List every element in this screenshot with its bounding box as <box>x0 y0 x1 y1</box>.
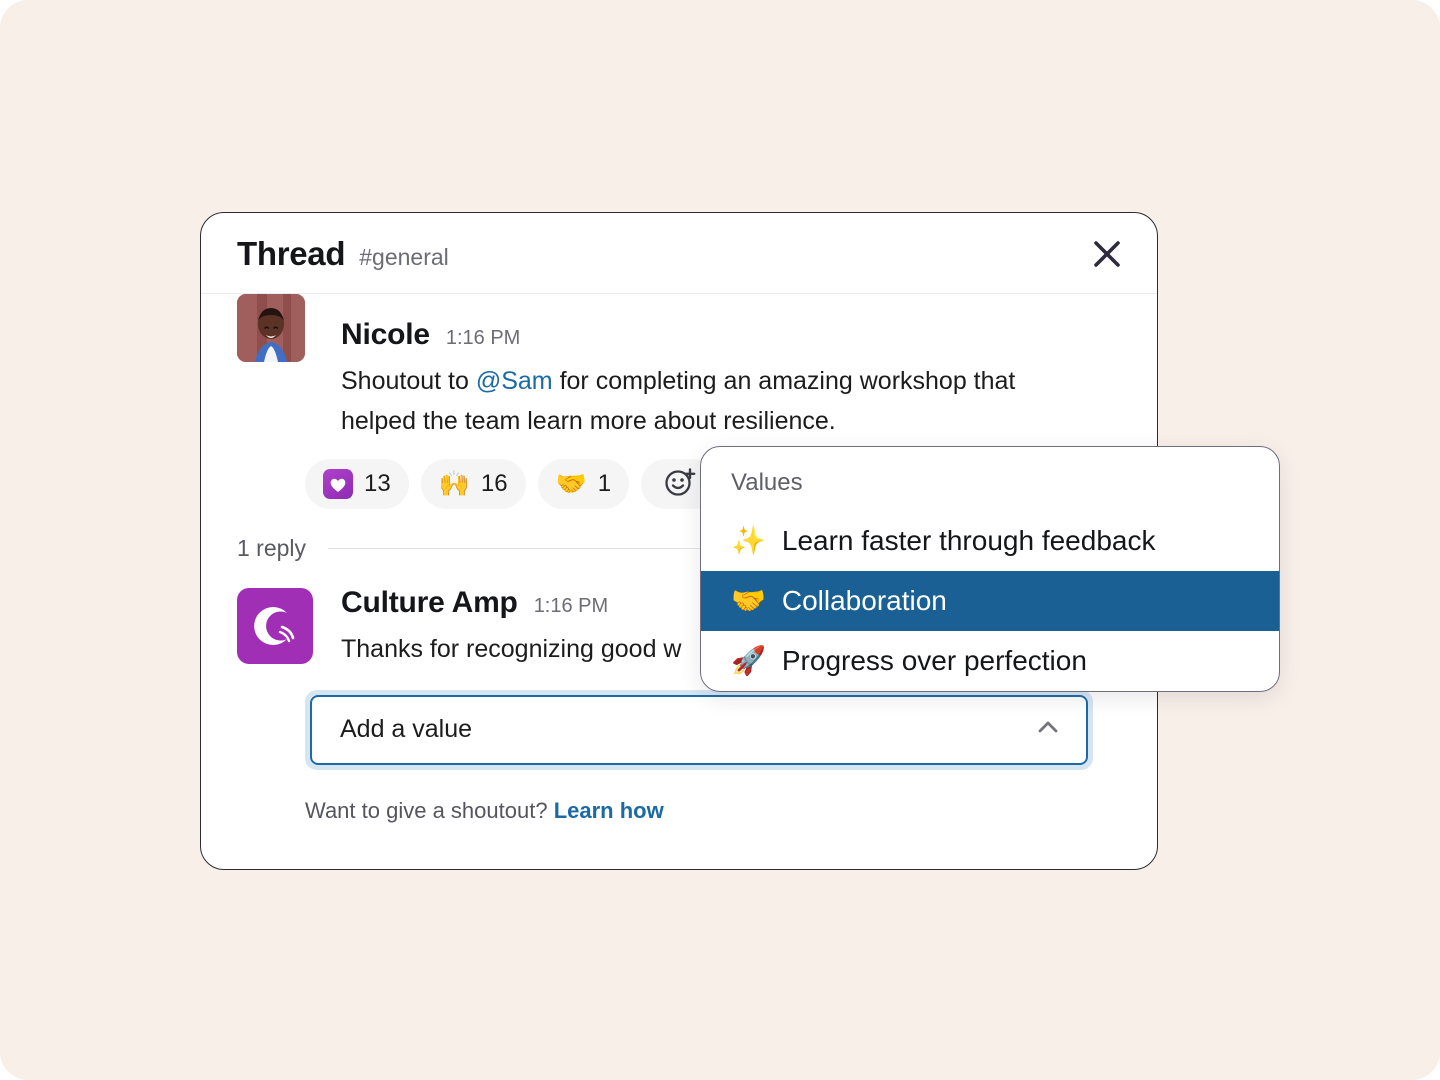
footer-prompt: Want to give a shoutout? Learn how <box>305 798 1157 824</box>
reply-count-label[interactable]: 1 reply <box>237 535 306 562</box>
channel-name: #general <box>359 244 449 270</box>
dropdown-option-progress-over-perfection[interactable]: 🚀 Progress over perfection <box>701 631 1279 691</box>
value-select-focus-ring: Add a value <box>305 689 1093 770</box>
reaction-pill-handshake[interactable]: 🤝 1 <box>537 459 630 509</box>
add-value-select[interactable]: Add a value <box>310 694 1088 765</box>
handshake-icon: 🤝 <box>555 469 587 498</box>
add-reaction-icon <box>663 465 697 504</box>
handshake-icon: 🤝 <box>731 585 766 616</box>
sparkles-icon: ✨ <box>731 525 766 556</box>
message-text: Shoutout to @Sam for completing an amazi… <box>341 362 1071 441</box>
rocket-icon: 🚀 <box>731 645 766 676</box>
dropdown-option-label: Collaboration <box>781 585 947 616</box>
add-value-label: Add a value <box>340 715 473 743</box>
message-author: Nicole <box>341 318 430 351</box>
message-text-part-1: Shoutout to <box>341 367 476 395</box>
chevron-up-icon <box>1034 713 1062 746</box>
page-title: Thread <box>237 235 346 272</box>
message-body: Nicole 1:16 PM Shoutout to @Sam for comp… <box>341 320 1157 441</box>
values-dropdown-header: Values <box>731 469 803 496</box>
dropdown-option-label: Progress over perfection <box>781 645 1087 676</box>
reaction-pill-culture-amp-heart[interactable]: 13 <box>305 459 409 509</box>
root-message: Nicole 1:16 PM Shoutout to @Sam for comp… <box>201 294 1157 441</box>
culture-amp-heart-icon <box>323 469 353 499</box>
dropdown-option-collaboration[interactable]: 🤝 Collaboration <box>701 571 1279 631</box>
reaction-count: 13 <box>364 470 391 497</box>
raising-hands-icon: 🙌 <box>438 469 470 498</box>
close-button[interactable] <box>1085 233 1129 277</box>
reply-author: Culture Amp <box>341 586 518 619</box>
footer-text: Want to give a shoutout? <box>305 797 548 823</box>
culture-amp-logo <box>237 588 313 664</box>
thread-header: Thread #general <box>201 213 1157 294</box>
values-dropdown: Values ✨ Learn faster through feedback 🤝… <box>700 446 1280 692</box>
dropdown-option-label: Learn faster through feedback <box>781 525 1156 556</box>
message-header: Nicole 1:16 PM <box>341 320 1157 350</box>
thread-header-titles: Thread #general <box>237 235 449 273</box>
close-icon <box>1090 237 1124 274</box>
reaction-pill-raising-hands[interactable]: 🙌 16 <box>420 459 526 509</box>
learn-how-link[interactable]: Learn how <box>554 798 664 823</box>
avatar <box>237 294 305 362</box>
reaction-count: 1 <box>597 470 612 497</box>
page-canvas: Thread #general Nicole 1:16 PM Shoutout … <box>0 0 1440 1080</box>
dropdown-option-learn-faster-through-feedback[interactable]: ✨ Learn faster through feedback <box>701 511 1279 571</box>
user-mention[interactable]: @Sam <box>476 367 553 395</box>
message-timestamp: 1:16 PM <box>445 327 521 349</box>
reaction-count: 16 <box>480 470 508 497</box>
reply-timestamp: 1:16 PM <box>533 595 609 617</box>
